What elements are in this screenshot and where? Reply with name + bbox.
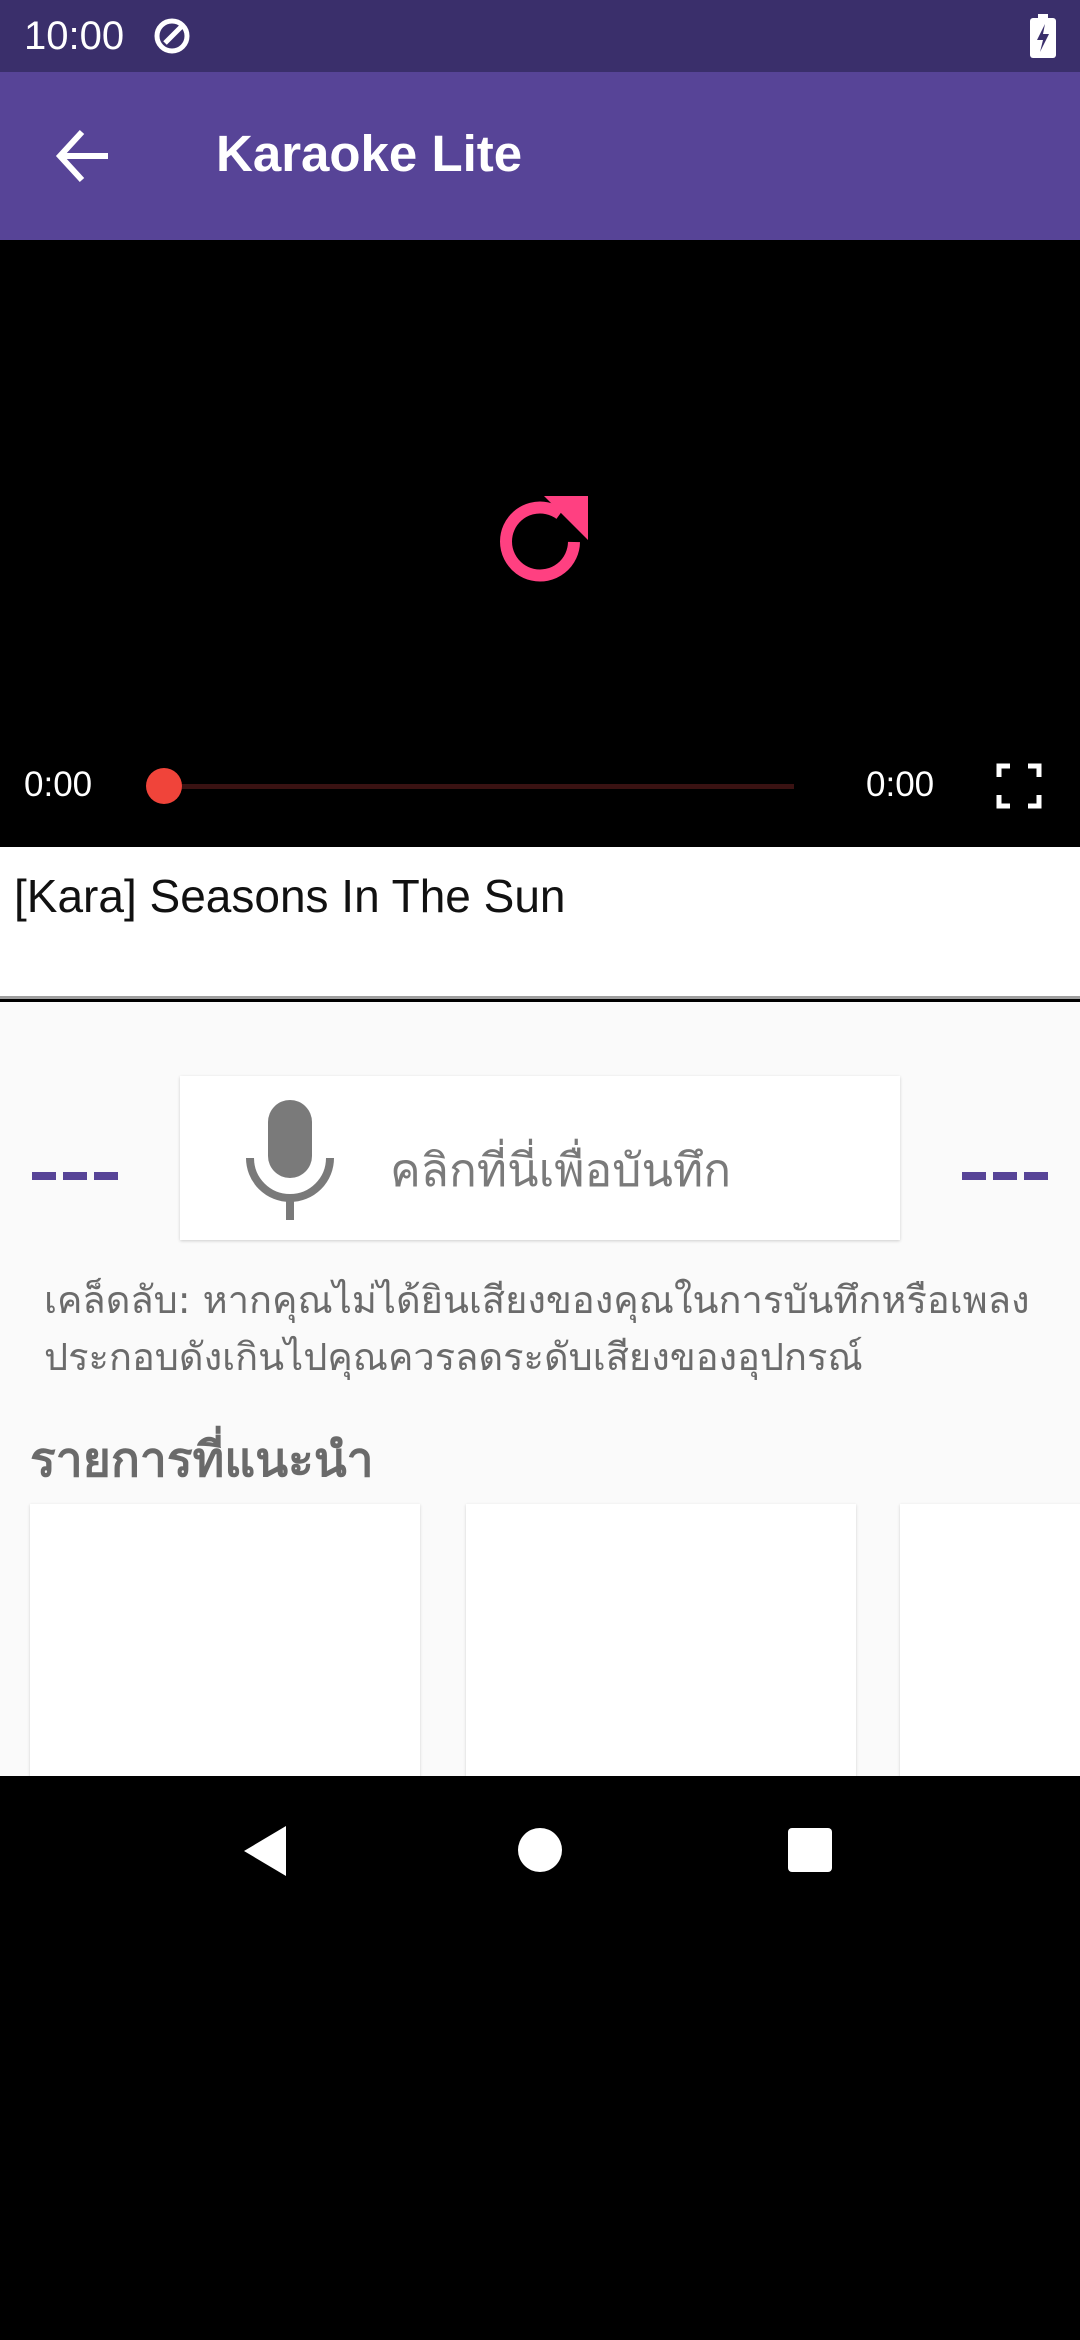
song-title-area: [Kara] Seasons In The Sun	[0, 847, 1080, 999]
screen: 10:00 Karaoke Lite 0:00 0:00 [Kara] Seas…	[0, 0, 1080, 2340]
record-label: คลิกที่นี่เพื่อบันทึก	[390, 1143, 732, 1197]
video-player[interactable]: 0:00 0:00	[0, 240, 1080, 847]
recommended-card[interactable]	[30, 1504, 420, 1776]
nav-recents-icon[interactable]	[788, 1828, 832, 1872]
nav-back-icon[interactable]	[240, 1824, 290, 1878]
current-time: 0:00	[24, 765, 93, 804]
status-time: 10:00	[24, 13, 125, 58]
battery-charging-icon	[1030, 14, 1056, 58]
recommended-card[interactable]	[466, 1504, 856, 1776]
mic-icon	[246, 1100, 334, 1220]
recommended-card[interactable]	[900, 1504, 1080, 1776]
tip-text: เคล็ดลับ: หากคุณไม่ได้ยินเสียงของคุณในกา…	[44, 1278, 1030, 1379]
app-title: Karaoke Lite	[216, 125, 523, 182]
seek-bar[interactable]	[164, 784, 794, 789]
arrow-back-icon[interactable]	[50, 122, 118, 190]
record-button[interactable]: คลิกที่นี่เพื่อบันทึก	[180, 1076, 900, 1240]
nav-home-icon[interactable]	[518, 1828, 562, 1872]
song-title: [Kara] Seasons In The Sun	[14, 870, 566, 922]
total-time: 0:00	[866, 765, 935, 804]
seek-thumb[interactable]	[146, 768, 182, 804]
level-indicator-right	[962, 1172, 1048, 1180]
recommended-heading: รายการที่แนะนำ	[30, 1432, 374, 1488]
content: คลิกที่นี่เพื่อบันทึก เคล็ดลับ: หากคุณไม…	[0, 1002, 1080, 1776]
fullscreen-icon[interactable]	[996, 763, 1042, 809]
app-bar: Karaoke Lite	[0, 72, 1080, 240]
data-saver-icon	[154, 18, 190, 54]
replay-icon[interactable]	[488, 490, 592, 594]
level-indicator-left	[32, 1172, 118, 1180]
navigation-bar	[0, 1776, 1080, 1920]
status-bar: 10:00	[0, 0, 1080, 72]
